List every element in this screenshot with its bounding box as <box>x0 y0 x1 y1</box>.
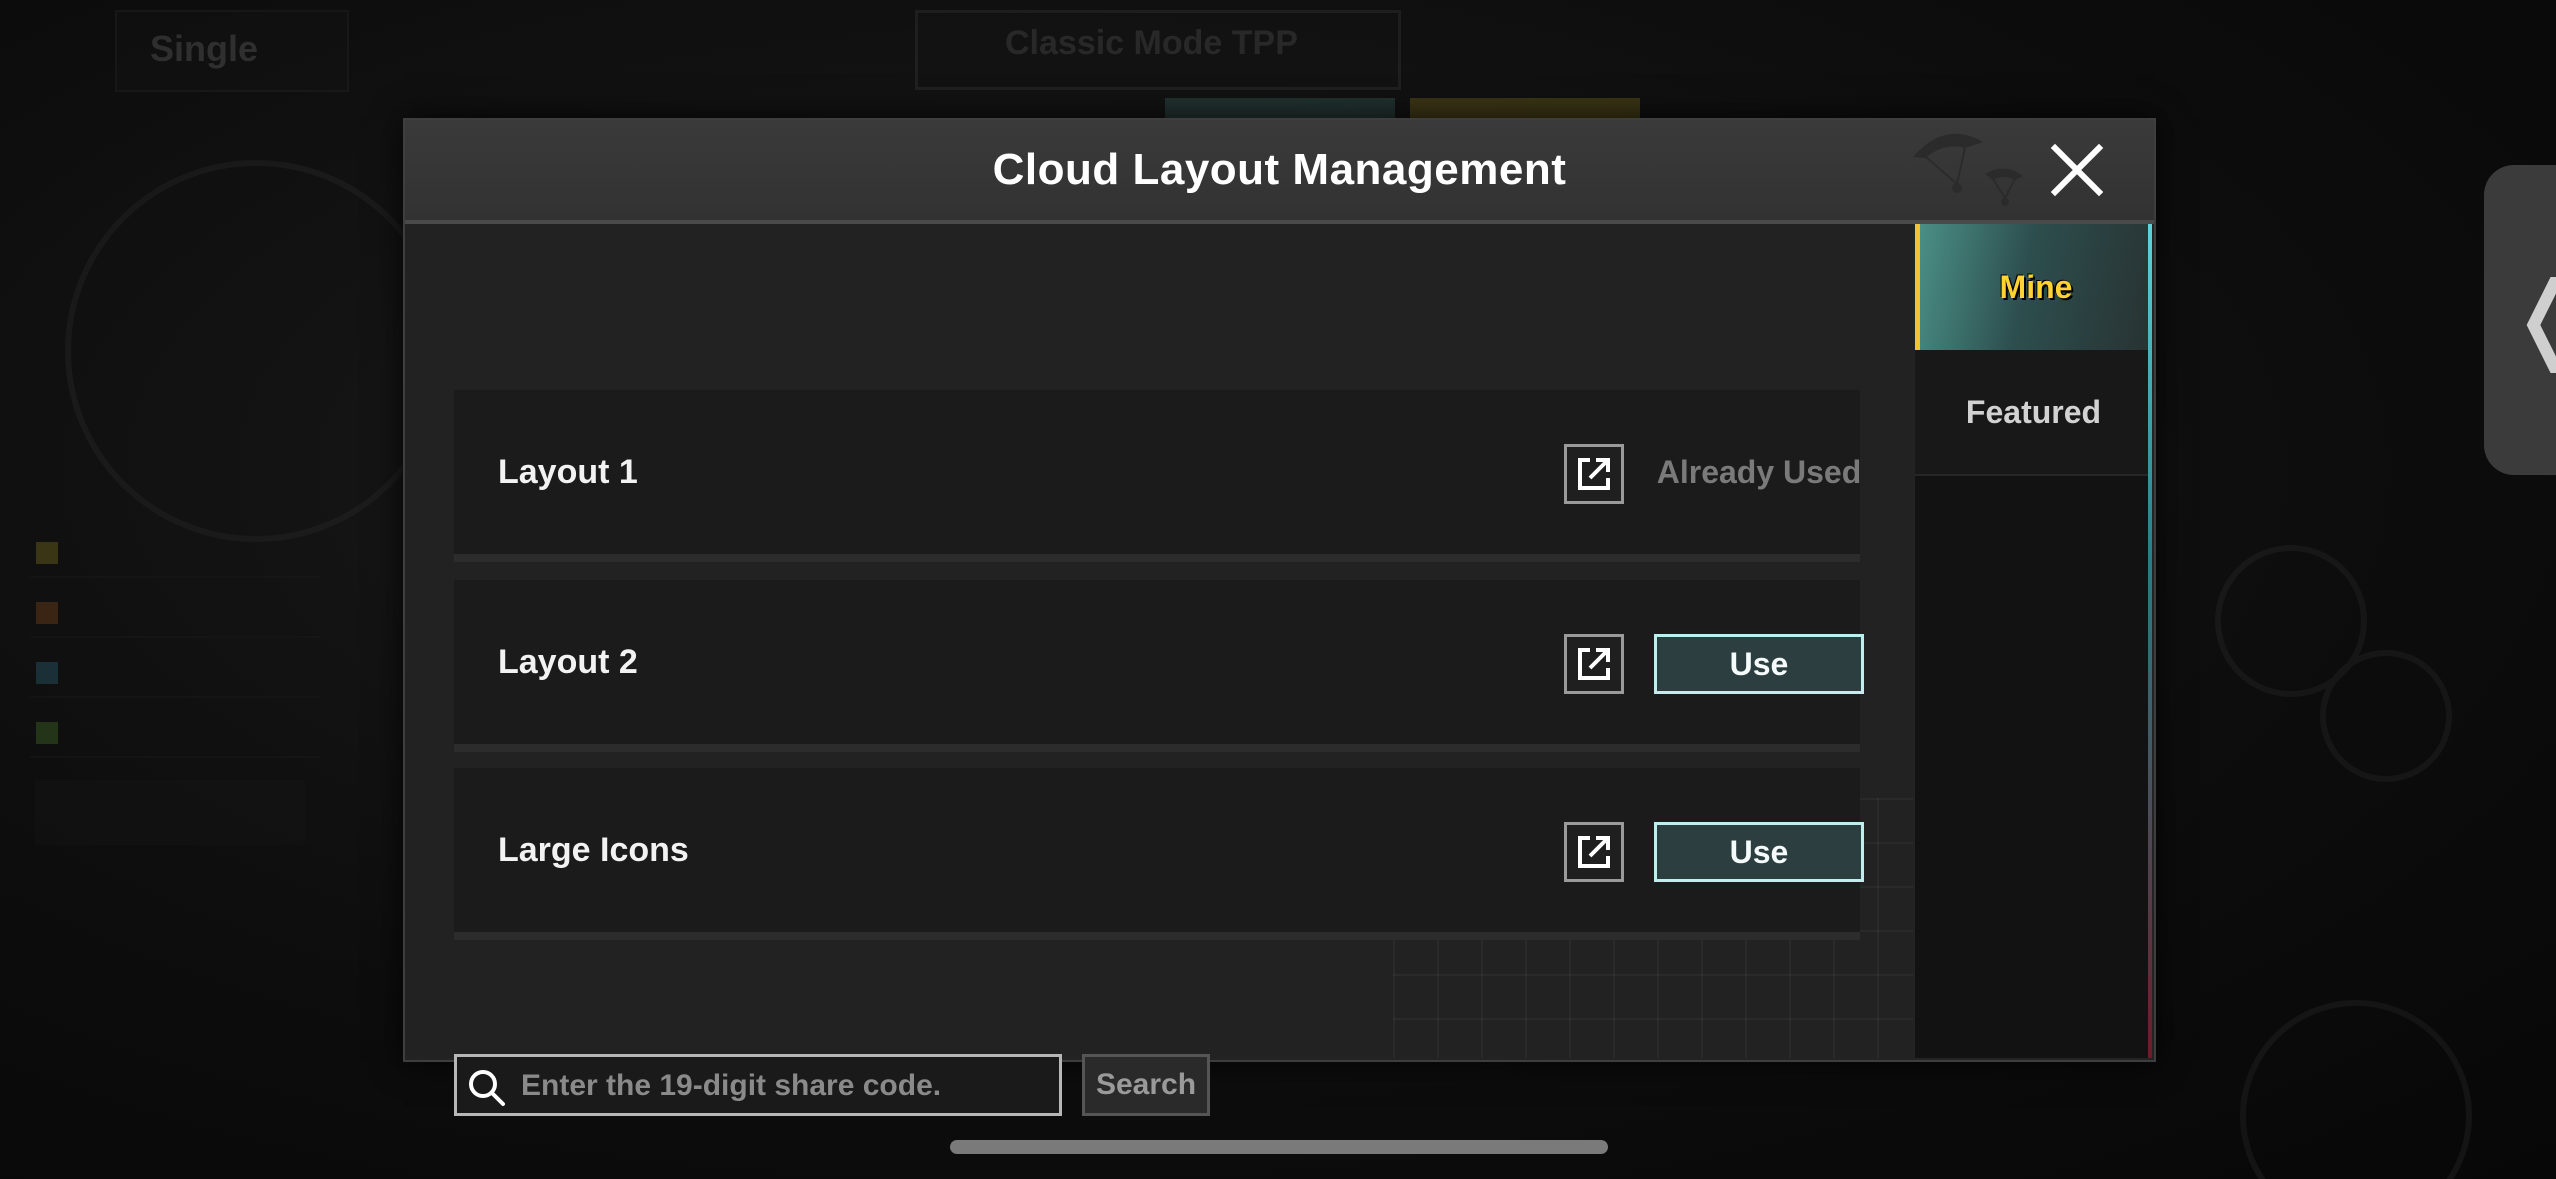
joystick-ring <box>65 160 447 542</box>
chevron-left-icon: ❬ <box>2506 270 2556 366</box>
share-code-input[interactable] <box>519 1061 1053 1111</box>
tab-featured[interactable]: Featured <box>1915 350 2152 476</box>
use-layout-button[interactable]: Use <box>1654 822 1864 882</box>
hud-list-row <box>30 590 320 638</box>
hud-button-ring <box>2320 650 2452 782</box>
edge-glow <box>2148 224 2152 1058</box>
hud-box <box>35 780 305 845</box>
layout-row: Layout 2 Use <box>454 580 1864 752</box>
dialog-title: Cloud Layout Management <box>992 145 1567 194</box>
layout-name: Large Icons <box>498 831 689 869</box>
mode-label: Single <box>150 28 259 69</box>
layout-row: Large Icons Use <box>454 768 1864 940</box>
game-screen: Single Classic Mode TPP ❬ Cloud Layout M… <box>0 0 2556 1179</box>
parachute-decoration-icon <box>1913 133 2023 206</box>
search-button[interactable]: Search <box>1082 1054 1210 1116</box>
home-indicator[interactable] <box>950 1140 1608 1154</box>
layout-list-panel: Layout 1 Already Used Layout 2 Use Large… <box>405 224 1913 1116</box>
share-layout-button[interactable] <box>1564 822 1624 882</box>
cloud-layout-dialog: Cloud Layout Management Layout 1 Already… <box>403 118 2156 1116</box>
share-icon <box>1578 458 1610 490</box>
close-icon[interactable] <box>2045 138 2109 202</box>
hud-list-row <box>30 650 320 698</box>
share-code-search-box[interactable] <box>454 1054 1062 1116</box>
share-layout-button[interactable] <box>1564 634 1624 694</box>
tab-mine-label: Mine <box>1999 269 2073 305</box>
layout-name: Layout 1 <box>498 453 638 491</box>
tab-featured-label: Featured <box>1965 394 2102 430</box>
layout-row: Layout 1 Already Used <box>454 390 1861 562</box>
layout-source-tabs: Mine Featured <box>1915 224 2152 1058</box>
hud-list-row <box>30 710 320 758</box>
hud-list-row <box>30 530 320 578</box>
use-layout-button[interactable]: Use <box>1654 634 1864 694</box>
share-icon <box>1578 836 1610 868</box>
already-used-label: Already Used <box>1656 454 1862 490</box>
layout-name: Layout 2 <box>498 643 638 681</box>
tab-mine[interactable]: Mine <box>1915 224 2152 350</box>
search-icon <box>469 1070 505 1106</box>
parachute-button-ring <box>2240 1000 2472 1179</box>
share-layout-button[interactable] <box>1564 444 1624 504</box>
share-icon <box>1578 648 1610 680</box>
mode-dropdown-label: Classic Mode TPP <box>1005 24 1298 62</box>
dialog-header: Cloud Layout Management <box>405 120 2154 224</box>
